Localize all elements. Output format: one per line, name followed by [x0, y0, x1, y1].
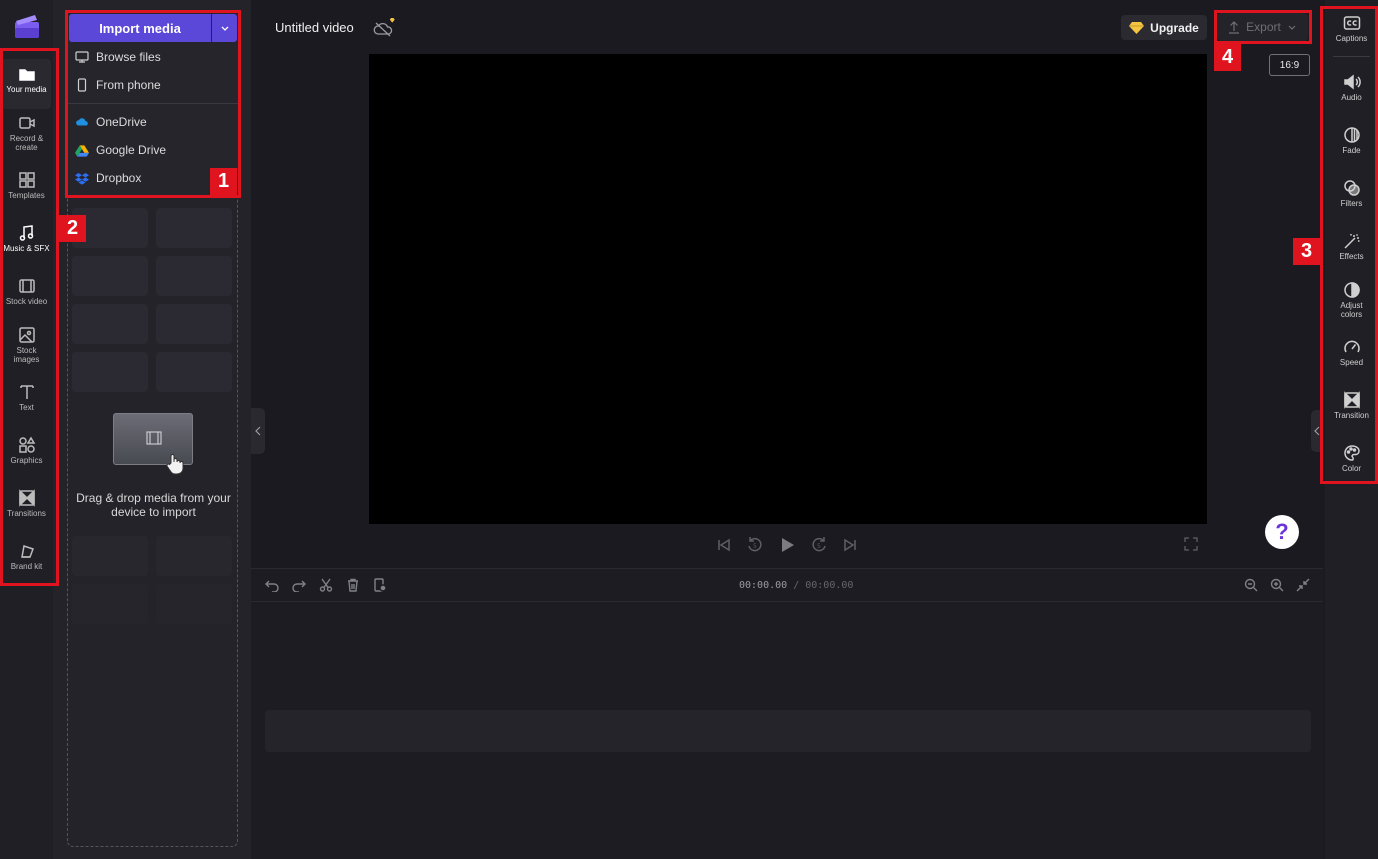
svg-text:5: 5 — [753, 543, 757, 550]
blurred-thumbnail — [72, 536, 148, 576]
diamond-icon — [1129, 21, 1145, 34]
blurred-thumbnail — [156, 208, 232, 248]
blurred-thumbnail — [72, 256, 148, 296]
zoom-in-icon[interactable] — [1270, 578, 1284, 592]
timeline-track[interactable] — [265, 710, 1311, 752]
aspect-ratio-button[interactable]: 16:9 — [1269, 54, 1310, 76]
project-title[interactable]: Untitled video — [275, 20, 354, 35]
callout-badge-4: 4 — [1214, 44, 1241, 71]
chevron-left-icon — [255, 426, 261, 436]
hand-cursor-icon — [166, 454, 184, 475]
timeline: 00:00.00 / 00:00.00 — [251, 568, 1323, 859]
blurred-thumbnail — [156, 584, 232, 624]
blurred-thumbnail — [72, 352, 148, 392]
callout-box-export — [1214, 10, 1312, 44]
current-time: 00:00.00 — [739, 580, 788, 591]
time-readout: 00:00.00 / 00:00.00 — [739, 580, 853, 591]
blurred-thumbnail — [156, 256, 232, 296]
callout-badge-3: 3 — [1293, 238, 1320, 265]
total-time: 00:00.00 — [805, 580, 854, 591]
fit-to-timeline-icon[interactable] — [1296, 578, 1310, 592]
blurred-thumbnail — [156, 304, 232, 344]
clipchamp-logo — [15, 15, 39, 38]
svg-text:5: 5 — [817, 543, 821, 550]
play-icon[interactable] — [778, 536, 796, 554]
trash-icon[interactable] — [346, 578, 360, 592]
playback-controls: 5 5 — [716, 534, 858, 556]
forward-5s-icon[interactable]: 5 — [810, 536, 828, 554]
timeline-toolbar: 00:00.00 / 00:00.00 — [251, 568, 1323, 602]
blurred-thumbnail — [72, 584, 148, 624]
blurred-thumbnail — [156, 536, 232, 576]
callout-box-left-nav — [0, 48, 59, 586]
rewind-5s-icon[interactable]: 5 — [746, 536, 764, 554]
blurred-thumbnail — [72, 304, 148, 344]
callout-badge-1: 1 — [210, 168, 237, 195]
redo-icon[interactable] — [292, 578, 306, 592]
upgrade-label: Upgrade — [1150, 20, 1199, 35]
upgrade-button[interactable]: Upgrade — [1121, 15, 1207, 40]
collapse-media-panel-button[interactable] — [251, 408, 265, 454]
callout-box-properties — [1320, 6, 1378, 484]
media-dropzone[interactable]: Drag & drop media from your device to im… — [67, 196, 238, 847]
drop-hint-text: Drag & drop media from your device to im… — [76, 491, 231, 519]
top-bar: Untitled video Upgrade Export 16:9 — [251, 0, 1323, 76]
scissors-icon[interactable] — [319, 578, 333, 592]
undo-icon[interactable] — [265, 578, 279, 592]
skip-to-start-icon[interactable] — [716, 537, 732, 553]
callout-badge-2: 2 — [59, 215, 86, 242]
time-separator: / — [787, 580, 806, 591]
fullscreen-icon[interactable] — [1184, 537, 1198, 551]
zoom-out-icon[interactable] — [1244, 578, 1258, 592]
cloud-sync-off-icon[interactable] — [372, 18, 398, 38]
save-media-icon[interactable] — [373, 578, 387, 592]
blurred-thumbnail — [156, 352, 232, 392]
video-preview[interactable] — [369, 54, 1207, 524]
skip-to-end-icon[interactable] — [842, 537, 858, 553]
help-button[interactable]: ? — [1265, 515, 1299, 549]
